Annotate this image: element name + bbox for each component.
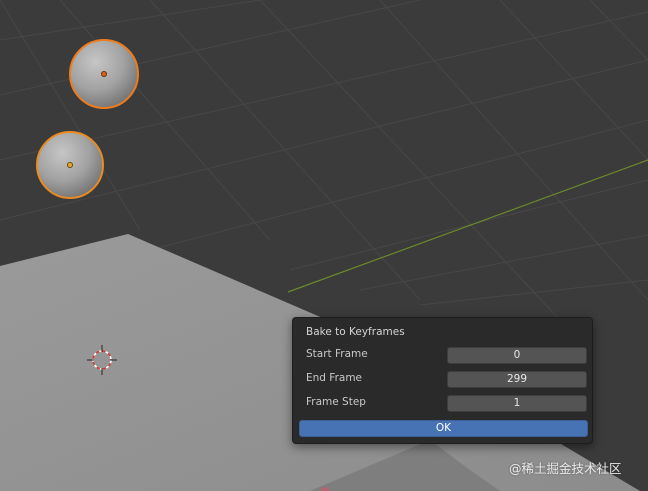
end-frame-label: End Frame [306, 372, 363, 384]
frame-step-label: Frame Step [306, 396, 366, 408]
frame-step-field[interactable]: 1 [447, 395, 587, 412]
start-frame-field[interactable]: 0 [447, 347, 587, 364]
sphere-selected[interactable] [36, 131, 104, 199]
bake-to-keyframes-dialog: Bake to Keyframes Start Frame 0 End Fram… [292, 317, 593, 444]
sphere-active[interactable] [69, 39, 139, 109]
start-frame-label: Start Frame [306, 348, 368, 360]
end-frame-field[interactable]: 299 [447, 371, 587, 388]
watermark: @稀土掘金技术社区 [509, 461, 622, 476]
x-axis-line [287, 159, 648, 293]
start-frame-row: Start Frame 0 [306, 347, 588, 364]
end-frame-row: End Frame 299 [306, 371, 588, 388]
dialog-title: Bake to Keyframes [306, 326, 405, 338]
ok-button[interactable]: OK [299, 420, 588, 437]
frame-step-row: Frame Step 1 [306, 395, 588, 412]
